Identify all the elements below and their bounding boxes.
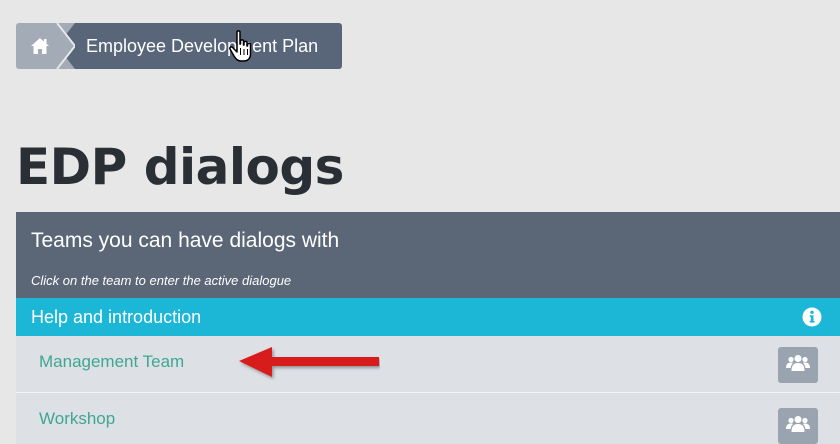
team-icon [786, 354, 810, 377]
info-icon[interactable] [802, 307, 822, 327]
page: Employee Development Plan EDP dialogs Te… [0, 0, 840, 444]
team-button-management[interactable] [778, 347, 818, 383]
breadcrumb: Employee Development Plan [16, 23, 343, 69]
breadcrumb-current-label: Employee Development Plan [86, 35, 319, 56]
help-introduction-label: Help and introduction [31, 307, 202, 327]
team-link-management[interactable]: Management Team [39, 352, 184, 372]
panel-subtitle: Click on the team to enter the active di… [31, 273, 292, 288]
teams-panel: Teams you can have dialogs with Click on… [16, 212, 840, 444]
breadcrumb-home[interactable] [16, 23, 75, 69]
panel-header: Teams you can have dialogs with Click on… [16, 212, 840, 298]
team-link-workshop[interactable]: Workshop [39, 409, 115, 429]
help-introduction-row[interactable]: Help and introduction [16, 298, 840, 336]
team-icon [786, 415, 810, 438]
team-row-workshop: Workshop [16, 393, 840, 444]
page-title: EDP dialogs [16, 138, 344, 196]
breadcrumb-current[interactable]: Employee Development Plan [74, 23, 343, 69]
panel-title: Teams you can have dialogs with [31, 229, 340, 252]
team-button-workshop[interactable] [778, 408, 818, 444]
breadcrumb-separator [55, 23, 75, 69]
team-row-management: Management Team [16, 336, 840, 393]
home-icon [30, 37, 50, 55]
